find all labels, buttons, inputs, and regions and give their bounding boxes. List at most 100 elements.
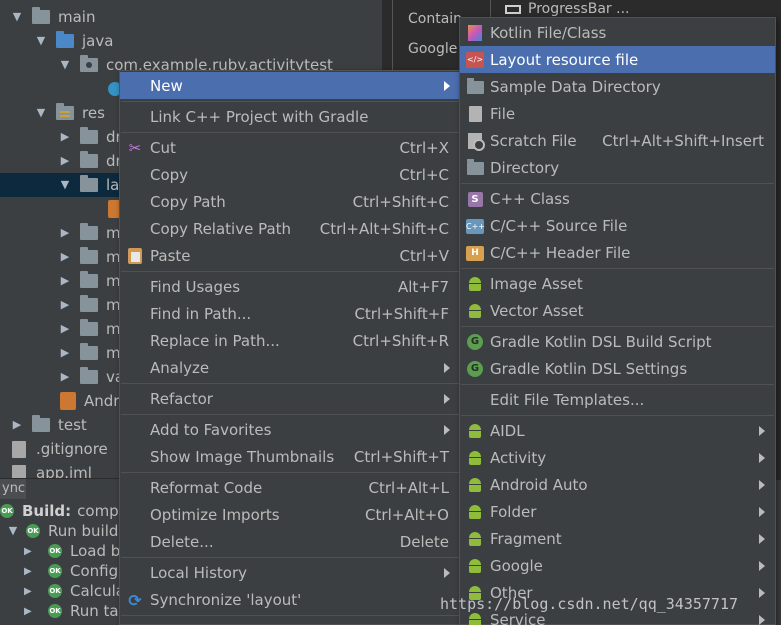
collapse-arrow-icon[interactable]: ▶	[60, 323, 70, 334]
expand-arrow-icon[interactable]: ▼	[12, 11, 22, 22]
collapse-arrow-icon[interactable]: ▶	[60, 227, 70, 238]
collapse-arrow-icon[interactable]: ▶	[60, 347, 70, 358]
kotlin-icon	[466, 24, 484, 42]
menu-item-cpp-header-file[interactable]: H C/C++ Header File	[460, 239, 775, 266]
menu-item-sample-data-directory[interactable]: Sample Data Directory	[460, 73, 775, 100]
submenu-arrow-icon	[759, 452, 765, 463]
tree-node-java[interactable]: ▼ java	[0, 29, 382, 53]
menu-item-layout-resource-file[interactable]: </> Layout resource file	[460, 46, 775, 73]
menu-item-copy-path[interactable]: Copy Path Ctrl+Shift+C	[120, 188, 460, 215]
collapse-arrow-icon[interactable]: ▶	[24, 606, 34, 617]
palette-category-containers[interactable]: Contain	[408, 11, 462, 27]
collapse-arrow-icon[interactable]: ▶	[60, 131, 70, 142]
menu-item-delete[interactable]: Delete... Delete	[120, 528, 460, 555]
tree-node-main[interactable]: ▼ main	[0, 5, 382, 29]
android-icon	[466, 530, 484, 548]
build-step-row[interactable]: ▶ OK Load b	[24, 541, 120, 561]
collapse-arrow-icon[interactable]: ▶	[24, 586, 34, 597]
submenu-arrow-icon	[759, 587, 765, 598]
menu-item-replace-in-path[interactable]: Replace in Path... Ctrl+Shift+R	[120, 327, 460, 354]
menu-item-local-history[interactable]: Local History	[120, 559, 460, 586]
menu-item-paste[interactable]: Paste Ctrl+V	[120, 242, 460, 269]
menu-item-new[interactable]: New	[120, 72, 460, 99]
menu-item-vector-asset[interactable]: Vector Asset	[460, 297, 775, 324]
expand-arrow-icon[interactable]: ▼	[60, 179, 70, 190]
cpp-header-icon: H	[466, 244, 484, 262]
menu-item-scratch-file[interactable]: Scratch File Ctrl+Alt+Shift+Insert	[460, 127, 775, 154]
sync-tab[interactable]: ync	[0, 479, 26, 499]
run-build-row[interactable]: ▼ OK Run build	[8, 521, 119, 541]
expand-arrow-icon[interactable]: ▼	[36, 107, 46, 118]
menu-item-image-asset[interactable]: Image Asset	[460, 270, 775, 297]
menu-item-aidl[interactable]: AIDL	[460, 417, 775, 444]
menu-item-kotlin-file[interactable]: Kotlin File/Class	[460, 19, 775, 46]
menu-separator	[461, 384, 774, 385]
menu-item-link-cpp[interactable]: Link C++ Project with Gradle	[120, 103, 460, 130]
menu-item-directory[interactable]: Directory	[460, 154, 775, 181]
menu-item-cpp-class[interactable]: S C++ Class	[460, 185, 775, 212]
build-step-label: Run tas	[70, 602, 127, 620]
menu-item-analyze[interactable]: Analyze	[120, 354, 460, 381]
build-step-row[interactable]: ▶ OK Config	[24, 561, 118, 581]
package-icon	[80, 55, 98, 72]
folder-icon	[32, 415, 50, 432]
menu-item-cut[interactable]: ✂ Cut Ctrl+X	[120, 134, 460, 161]
collapse-arrow-icon[interactable]: ▶	[60, 251, 70, 262]
submenu-arrow-icon	[759, 533, 765, 544]
s-class-icon: S	[466, 190, 484, 208]
menu-item-folder[interactable]: Folder	[460, 498, 775, 525]
ok-status-icon: OK	[0, 504, 14, 518]
menu-item-gradle-build-script[interactable]: G Gradle Kotlin DSL Build Script	[460, 328, 775, 355]
file-icon	[12, 440, 26, 458]
menu-item-show-image-thumbnails[interactable]: Show Image Thumbnails Ctrl+Shift+T	[120, 443, 460, 470]
menu-item-copy[interactable]: Copy Ctrl+C	[120, 161, 460, 188]
build-step-label: Config	[70, 562, 119, 580]
run-build-label: Run build	[48, 522, 119, 540]
menu-separator	[461, 326, 774, 327]
menu-item-android-auto[interactable]: Android Auto	[460, 471, 775, 498]
new-submenu: Kotlin File/Class </> Layout resource fi…	[459, 17, 776, 625]
menu-item-reformat-code[interactable]: Reformat Code Ctrl+Alt+L	[120, 474, 460, 501]
folder-icon	[80, 175, 98, 192]
menu-item-cpp-source-file[interactable]: C++ C/C++ Source File	[460, 212, 775, 239]
layout-file-icon: </>	[466, 51, 484, 69]
build-step-label: Calcula	[70, 582, 125, 600]
collapse-arrow-icon[interactable]: ▶	[60, 299, 70, 310]
menu-item-file[interactable]: File	[460, 100, 775, 127]
menu-item-find-in-path[interactable]: Find in Path... Ctrl+Shift+F	[120, 300, 460, 327]
expand-arrow-icon[interactable]: ▼	[36, 35, 46, 46]
collapse-arrow-icon[interactable]: ▶	[12, 419, 22, 430]
palette-category-google[interactable]: Google	[408, 41, 457, 57]
collapse-arrow-icon[interactable]: ▶	[60, 275, 70, 286]
submenu-arrow-icon	[759, 479, 765, 490]
collapse-arrow-icon[interactable]: ▶	[24, 566, 34, 577]
menu-item-copy-relative-path[interactable]: Copy Relative Path Ctrl+Alt+Shift+C	[120, 215, 460, 242]
menu-item-add-to-favorites[interactable]: Add to Favorites	[120, 416, 460, 443]
menu-item-google[interactable]: Google	[460, 552, 775, 579]
expand-arrow-icon[interactable]: ▼	[60, 59, 70, 70]
menu-item-find-usages[interactable]: Find Usages Alt+F7	[120, 273, 460, 300]
collapse-arrow-icon[interactable]: ▶	[60, 371, 70, 382]
ok-status-icon: OK	[48, 584, 62, 598]
android-icon	[466, 275, 484, 293]
tree-node-label: Andr	[84, 392, 120, 410]
menu-separator	[461, 268, 774, 269]
collapse-arrow-icon[interactable]: ▶	[24, 546, 34, 557]
menu-item-activity[interactable]: Activity	[460, 444, 775, 471]
submenu-arrow-icon	[444, 424, 450, 435]
build-status-row[interactable]: OK Build: comple	[0, 501, 132, 521]
palette-item-progressbar[interactable]: ProgressBar ...	[528, 1, 630, 17]
collapse-arrow-icon[interactable]: ▶	[60, 155, 70, 166]
menu-item-gradle-settings[interactable]: G Gradle Kotlin DSL Settings	[460, 355, 775, 382]
menu-item-synchronize[interactable]: ⟳ Synchronize 'layout'	[120, 586, 460, 613]
menu-item-edit-file-templates[interactable]: Edit File Templates...	[460, 386, 775, 413]
menu-item-optimize-imports[interactable]: Optimize Imports Ctrl+Alt+O	[120, 501, 460, 528]
expand-arrow-icon[interactable]: ▼	[8, 525, 18, 536]
menu-item-fragment[interactable]: Fragment	[460, 525, 775, 552]
folder-icon	[80, 367, 98, 384]
gradle-icon: G	[466, 360, 484, 378]
build-step-row[interactable]: ▶ OK Calcula	[24, 581, 125, 601]
menu-item-refactor[interactable]: Refactor	[120, 385, 460, 412]
build-step-row[interactable]: ▶ OK Run tas	[24, 601, 126, 621]
folder-icon	[80, 223, 98, 240]
